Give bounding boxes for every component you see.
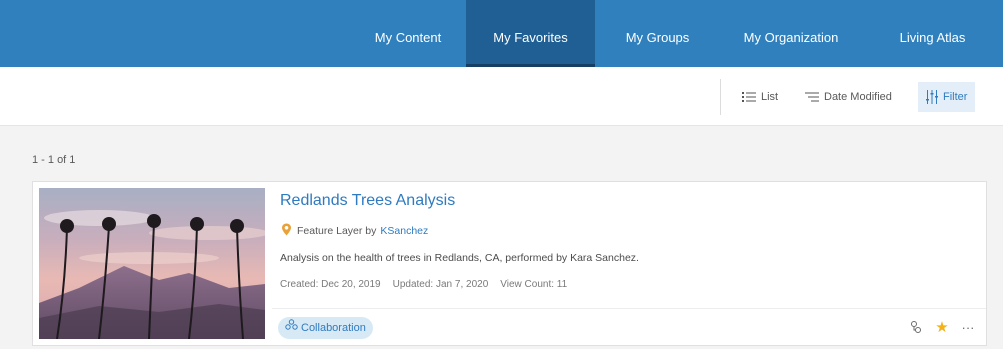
toolbar-divider (720, 79, 721, 115)
item-details: Redlands Trees Analysis Feature Layer by… (272, 182, 986, 308)
item-owner-link[interactable]: KSanchez (380, 225, 428, 237)
top-navigation: My Content My Favorites My Groups My Org… (0, 0, 1003, 67)
list-view-button[interactable]: List (742, 82, 778, 112)
tab-my-organization[interactable]: My Organization (720, 0, 862, 67)
item-stats: Created: Dec 20, 2019 Updated: Jan 7, 20… (280, 279, 567, 290)
item-type-line: Feature Layer by KSanchez (280, 223, 428, 239)
filter-button[interactable]: Filter (918, 82, 976, 112)
item-thumbnail[interactable] (39, 188, 265, 339)
item-title-link[interactable]: Redlands Trees Analysis (280, 192, 455, 210)
tab-living-atlas[interactable]: Living Atlas (862, 0, 1003, 67)
feature-layer-icon (280, 223, 293, 239)
item-card: Redlands Trees Analysis Feature Layer by… (32, 181, 987, 346)
tab-my-groups[interactable]: My Groups (595, 0, 720, 67)
group-tag[interactable]: Collaboration (278, 317, 373, 339)
sort-icon (805, 91, 819, 103)
group-tag-label: Collaboration (301, 322, 366, 334)
result-count: 1 - 1 of 1 (32, 154, 76, 166)
item-footer: Collaboration ★ ··· (272, 308, 986, 346)
list-view-label: List (761, 91, 779, 103)
filter-icon (926, 90, 938, 104)
sort-label: Date Modified (824, 91, 892, 103)
item-created-date: Created: Dec 20, 2019 (280, 279, 381, 290)
tab-my-content[interactable]: My Content (350, 0, 466, 67)
list-icon (742, 91, 756, 103)
shared-update-icon[interactable] (908, 318, 924, 336)
sort-button[interactable]: Date Modified (805, 82, 892, 112)
more-options-icon[interactable]: ··· (960, 318, 976, 336)
content-toolbar: List Date Modified Filter (0, 67, 1003, 126)
item-view-count: View Count: 11 (500, 279, 568, 290)
group-icon (285, 317, 298, 339)
item-description: Analysis on the health of trees in Redla… (280, 252, 639, 264)
item-actions: ★ ··· (908, 318, 976, 336)
filter-label: Filter (943, 91, 968, 103)
item-updated-date: Updated: Jan 7, 2020 (392, 279, 489, 290)
item-type-label: Feature Layer by (297, 225, 377, 237)
tab-my-favorites[interactable]: My Favorites (466, 0, 595, 67)
star-icon[interactable]: ★ (934, 318, 950, 336)
